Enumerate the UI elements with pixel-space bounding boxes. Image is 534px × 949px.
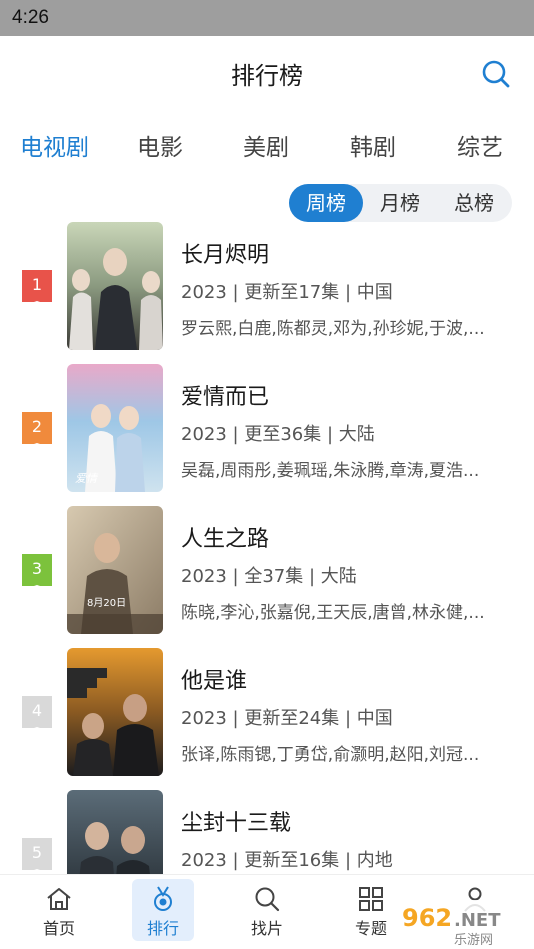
nav-ranking-label: 排行	[146, 919, 179, 938]
item-title: 长月烬明	[181, 243, 270, 268]
rank-badge: 2	[22, 412, 52, 448]
rank-badge: 1	[22, 270, 52, 306]
tab-movies[interactable]: 电影	[137, 128, 183, 162]
item-title: 人生之路	[181, 527, 270, 552]
tab-tv-series[interactable]: 电视剧	[20, 128, 89, 162]
nav-find-label: 找片	[250, 919, 283, 938]
poster-image[interactable]: 爱情	[67, 364, 163, 492]
grid-icon	[359, 887, 383, 911]
list-item[interactable]: 5 尘封十三载 2023 | 更新至16集 | 内地	[0, 790, 534, 874]
medal-icon	[154, 886, 172, 911]
item-meta: 2023 | 更至36集 | 大陆	[181, 424, 375, 445]
item-cast: 张译,陈雨锶,丁勇岱,俞灏明,赵阳,刘冠...	[181, 745, 480, 765]
nav-home-label: 首页	[42, 919, 75, 938]
list-item[interactable]: 4 他是谁 2023 | 更新至24集 | 中国 张译,陈雨锶,丁勇岱,俞灏明,…	[0, 648, 534, 776]
svg-text:乐游网: 乐游网	[454, 933, 493, 948]
nav-topics-label: 专题	[354, 919, 387, 938]
rank-badge: 5	[22, 838, 52, 874]
search-icon	[255, 887, 280, 912]
home-icon	[47, 888, 71, 910]
period-tabs: 周榜 月榜 总榜	[289, 184, 512, 222]
item-meta: 2023 | 更新至24集 | 中国	[181, 708, 393, 729]
nav-topics[interactable]: 专题	[340, 879, 402, 941]
item-cast: 陈晓,李沁,张嘉倪,王天辰,唐曾,林永健,...	[181, 603, 485, 623]
item-title: 他是谁	[181, 669, 248, 694]
poster-image[interactable]	[67, 222, 163, 350]
item-cast: 吴磊,周雨彤,姜珮瑶,朱泳腾,章涛,夏浩...	[181, 461, 480, 481]
rank-badge: 4	[22, 696, 52, 732]
nav-home[interactable]: 首页	[28, 879, 90, 941]
tab-variety[interactable]: 综艺	[457, 128, 503, 162]
list-item[interactable]: 3 8月20日 人生之路 2023 | 全37集 | 大陆 陈晓,李沁,张嘉倪,…	[0, 506, 534, 634]
tab-weekly[interactable]: 周榜	[289, 184, 363, 222]
status-time: 4:26	[12, 7, 49, 28]
poster-image[interactable]	[67, 790, 163, 874]
poster-image[interactable]	[67, 648, 163, 776]
tab-korean-series[interactable]: 韩剧	[350, 128, 396, 162]
item-meta: 2023 | 更新至17集 | 中国	[181, 282, 393, 303]
list-item[interactable]: 2 爱情 爱情而已 2023 | 更至36集 | 大陆 吴磊,周雨彤,姜珮瑶,朱…	[0, 364, 534, 492]
ranking-list: 1 长月烬明 2023 | 更新至17集 | 中国 罗云熙,白鹿,陈都灵,邓为,…	[0, 222, 534, 874]
page-title: 排行榜	[231, 62, 303, 90]
item-title: 尘封十三载	[181, 811, 292, 836]
rank-badge: 3	[22, 554, 52, 590]
item-meta: 2023 | 全37集 | 大陆	[181, 566, 357, 587]
svg-text:.NET: .NET	[454, 910, 501, 931]
item-meta: 2023 | 更新至16集 | 内地	[181, 850, 393, 871]
svg-text:爱情: 爱情	[75, 472, 99, 485]
item-title: 爱情而已	[181, 385, 270, 410]
watermark-logo: 962 .NET 乐游网	[394, 896, 534, 949]
tab-us-series[interactable]: 美剧	[243, 128, 289, 162]
tab-monthly[interactable]: 月榜	[363, 184, 437, 222]
watermark-text: 962	[402, 904, 452, 932]
nav-ranking[interactable]: 排行	[132, 879, 194, 941]
poster-image[interactable]: 8月20日	[67, 506, 163, 634]
search-icon	[482, 60, 510, 88]
status-bar: 4:26	[0, 0, 534, 36]
list-item[interactable]: 1 长月烬明 2023 | 更新至17集 | 中国 罗云熙,白鹿,陈都灵,邓为,…	[0, 222, 534, 350]
tab-overall[interactable]: 总榜	[437, 184, 511, 222]
svg-text:8月20日: 8月20日	[87, 597, 126, 609]
title-bar: 排行榜	[0, 36, 534, 110]
item-cast: 罗云熙,白鹿,陈都灵,邓为,孙珍妮,于波,...	[181, 319, 485, 339]
nav-find[interactable]: 找片	[236, 879, 298, 941]
category-tabs: 电视剧 电影 美剧 韩剧 综艺	[0, 128, 534, 168]
search-button[interactable]	[480, 58, 512, 90]
